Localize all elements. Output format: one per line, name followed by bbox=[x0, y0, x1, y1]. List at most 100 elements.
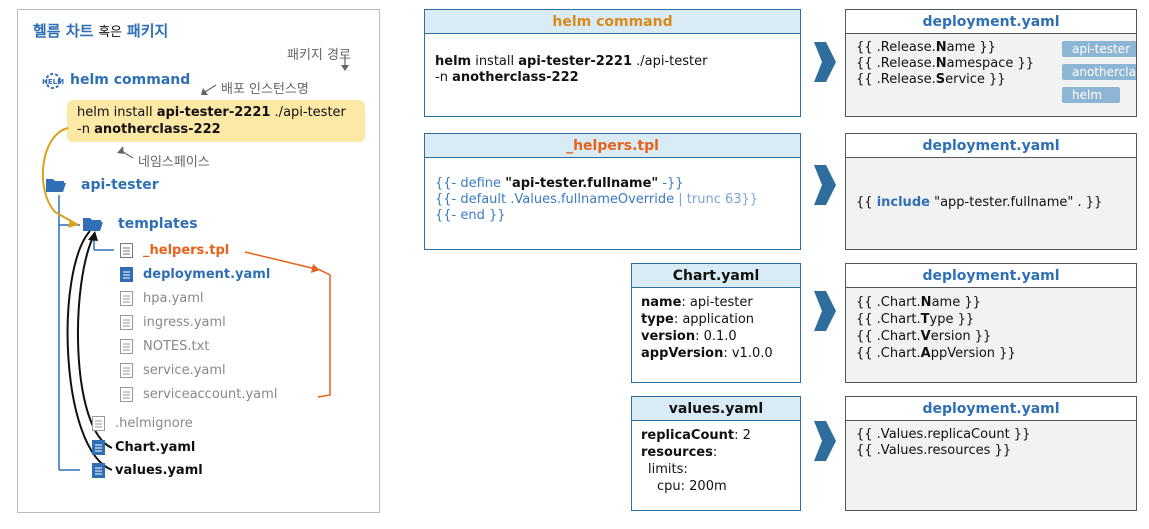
file-label: values.yaml bbox=[115, 463, 203, 478]
value-tag: helm bbox=[1062, 87, 1120, 103]
tpl-part: ame }} bbox=[946, 40, 996, 55]
cmd-ns: anotherclass-222 bbox=[452, 70, 579, 85]
file-icon bbox=[92, 416, 105, 431]
file-chart-yaml: Chart.yaml bbox=[92, 440, 195, 455]
tpl-part: {{ .Release. bbox=[856, 40, 936, 55]
chart-key: name bbox=[641, 295, 682, 310]
values-key: replicaCount bbox=[641, 428, 735, 443]
deployment-release-box: deployment.yaml {{ .Release.Name }} {{ .… bbox=[845, 9, 1137, 117]
helm-command-body: helm install api-tester-2221 ./api-teste… bbox=[425, 34, 800, 86]
helm-command-box: helm command helm install api-tester-222… bbox=[424, 9, 801, 117]
tpl-bold: N bbox=[935, 56, 947, 71]
tpl-part: amespace }} bbox=[946, 56, 1035, 71]
file-icon bbox=[120, 363, 133, 378]
tpl-part: {{ .Chart. bbox=[856, 346, 921, 361]
helm-command-header: helm command bbox=[425, 10, 800, 34]
file-hpa: hpa.yaml bbox=[120, 291, 204, 306]
tpl-part: {{ .Release. bbox=[856, 72, 936, 87]
values-limits: limits: bbox=[648, 462, 688, 477]
tpl-bold: A bbox=[920, 346, 931, 361]
tpl-line: {{ .Values.resources }} bbox=[856, 443, 1012, 458]
file-icon bbox=[120, 267, 133, 282]
helpers-body: {{- define "api-tester.fullname" -}} {{-… bbox=[425, 158, 800, 224]
file-icon bbox=[120, 387, 133, 402]
helpers-header: _helpers.tpl bbox=[425, 134, 800, 158]
tpl-part: ersion }} bbox=[930, 329, 992, 344]
file-icon bbox=[120, 243, 133, 258]
tpl-part: ppVersion }} bbox=[930, 346, 1016, 361]
chart-key: type bbox=[641, 312, 674, 327]
file-ingress: ingress.yaml bbox=[120, 315, 226, 330]
chart-value: : api-tester bbox=[681, 295, 753, 310]
file-label: deployment.yaml bbox=[143, 267, 271, 282]
tpl-part: ype }} bbox=[929, 312, 975, 327]
chart-yaml-body: name: api-tester type: application versi… bbox=[632, 288, 800, 362]
values-yaml-box: values.yaml replicaCount: 2 resources: l… bbox=[631, 396, 801, 511]
tpl-part: ervice }} bbox=[945, 72, 1006, 87]
chart-yaml-header: Chart.yaml bbox=[632, 264, 800, 288]
file-label: Chart.yaml bbox=[115, 440, 196, 455]
file-icon bbox=[120, 339, 133, 354]
deployment-chart-body: {{ .Chart.Name }} {{ .Chart.Type }} {{ .… bbox=[846, 288, 1136, 382]
chart-key: appVersion bbox=[641, 346, 724, 361]
values-key: resources bbox=[641, 445, 713, 460]
tpl-part: {{ .Chart. bbox=[856, 312, 921, 327]
file-helpers: _helpers.tpl bbox=[120, 243, 229, 258]
file-deployment: deployment.yaml bbox=[120, 267, 270, 282]
file-label: hpa.yaml bbox=[143, 291, 204, 306]
tpl-bold: S bbox=[935, 72, 946, 87]
deployment-helpers-body: {{ include "app-tester.fullname" . }} bbox=[846, 158, 1136, 249]
file-serviceaccount: serviceaccount.yaml bbox=[120, 387, 277, 402]
file-icon bbox=[120, 291, 133, 306]
arrow-right-icon bbox=[814, 291, 836, 331]
values-value: : bbox=[712, 445, 718, 460]
file-notes: NOTES.txt bbox=[120, 339, 209, 354]
values-cpu: cpu: 200m bbox=[657, 479, 727, 494]
helpers-box: _helpers.tpl {{- define "api-tester.full… bbox=[424, 133, 801, 250]
cmd-helm: helm bbox=[435, 54, 472, 69]
helpers-name: "api-tester.fullname" bbox=[505, 176, 659, 191]
cmd-release: api-tester-2221 bbox=[518, 54, 632, 69]
file-label: NOTES.txt bbox=[143, 339, 210, 354]
file-label: _helpers.tpl bbox=[143, 243, 230, 258]
chart-value: : 0.1.0 bbox=[695, 329, 737, 344]
file-label: service.yaml bbox=[143, 363, 226, 378]
chart-key: version bbox=[641, 329, 696, 344]
deployment-header: deployment.yaml bbox=[846, 10, 1136, 34]
tpl-bold: N bbox=[935, 40, 947, 55]
tpl-bold: N bbox=[920, 295, 932, 310]
helpers-trunc: | trunc 63}} bbox=[678, 192, 759, 207]
values-yaml-body: replicaCount: 2 resources: limits: cpu: … bbox=[632, 421, 800, 495]
deployment-header: deployment.yaml bbox=[846, 397, 1136, 421]
deployment-header: deployment.yaml bbox=[846, 264, 1136, 288]
helpers-default: {{- default .Values.fullnameOverride bbox=[435, 192, 679, 207]
cmd-ns-flag: -n bbox=[435, 70, 453, 85]
arrow-right-icon bbox=[814, 421, 836, 461]
cmd-install: install bbox=[471, 54, 519, 69]
tpl-part: {{ .Chart. bbox=[856, 329, 921, 344]
tpl-line: {{ .Values.replicaCount }} bbox=[856, 427, 1031, 442]
helpers-end: {{- end }} bbox=[435, 208, 506, 223]
file-label: ingress.yaml bbox=[143, 315, 226, 330]
deployment-release-body: {{ .Release.Name }} {{ .Release.Namespac… bbox=[846, 34, 1136, 116]
file-label: .helmignore bbox=[115, 416, 193, 431]
arrow-right-icon bbox=[814, 42, 836, 82]
values-yaml-header: values.yaml bbox=[632, 397, 800, 421]
deployment-chart-box: deployment.yaml {{ .Chart.Name }} {{ .Ch… bbox=[845, 263, 1137, 383]
file-service: service.yaml bbox=[120, 363, 226, 378]
helpers-close: -}} bbox=[658, 176, 684, 191]
deployment-values-body: {{ .Values.replicaCount }} {{ .Values.re… bbox=[846, 421, 1136, 510]
arrow-right-icon bbox=[814, 165, 836, 205]
chart-yaml-box: Chart.yaml name: api-tester type: applic… bbox=[631, 263, 801, 383]
tree-lines bbox=[42, 55, 349, 471]
value-tag: anotherclass bbox=[1062, 64, 1136, 80]
file-icon bbox=[92, 440, 105, 455]
tpl-include: include bbox=[876, 195, 930, 210]
cmd-path: ./api-tester bbox=[631, 54, 708, 69]
file-values-yaml: values.yaml bbox=[92, 463, 203, 478]
deployment-helpers-box: deployment.yaml {{ include "app-tester.f… bbox=[845, 133, 1137, 250]
file-icon bbox=[92, 463, 105, 478]
tpl-bold: V bbox=[920, 329, 931, 344]
chart-value: : v1.0.0 bbox=[723, 346, 773, 361]
deployment-header: deployment.yaml bbox=[846, 134, 1136, 158]
